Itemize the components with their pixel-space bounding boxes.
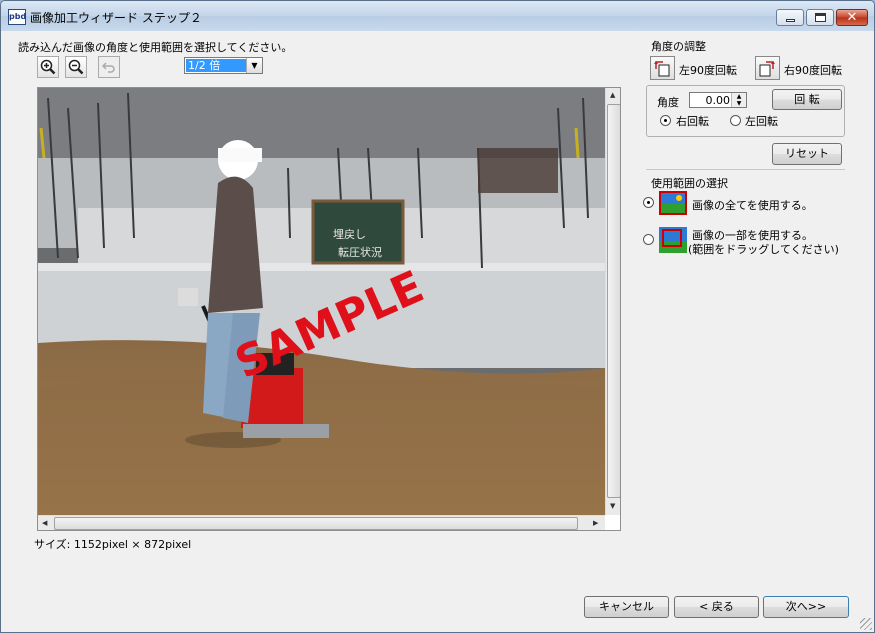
instruction-text: 読み込んだ画像の角度と使用範囲を選択してください。 xyxy=(18,41,293,54)
range-section-title: 使用範囲の選択 xyxy=(651,177,728,190)
zoom-select[interactable]: 1/2 倍 ▼ xyxy=(184,57,263,74)
next-button[interactable]: 次へ>> xyxy=(763,596,849,618)
angle-value: 0.00 xyxy=(705,94,731,107)
back-button[interactable]: < 戻る xyxy=(674,596,759,618)
partial-image-icon xyxy=(659,227,687,253)
rotate-right-90-button[interactable] xyxy=(755,56,780,80)
image-viewer[interactable]: 埋戻し 転圧状況 SAMPLE ▲ ▼ ◀ ▶ xyxy=(37,87,621,531)
rotate-button[interactable]: 回 転 xyxy=(772,89,842,110)
horizontal-scrollbar[interactable]: ◀ ▶ xyxy=(38,515,605,530)
right-rotation-label[interactable]: 右回転 xyxy=(676,113,709,129)
left-rotation-radio[interactable] xyxy=(730,115,741,126)
rotate-left-icon xyxy=(654,61,670,77)
vertical-scrollbar[interactable]: ▲ ▼ xyxy=(605,88,620,515)
reset-button[interactable]: リセット xyxy=(772,143,842,165)
full-image-icon xyxy=(659,191,687,215)
use-part-label-2: (範囲をドラッグしてください) xyxy=(688,243,839,256)
resize-grip[interactable] xyxy=(860,618,872,630)
zoom-out-button[interactable] xyxy=(65,56,87,78)
undo-icon xyxy=(101,62,115,73)
angle-input[interactable]: 0.00 ▲ ▼ xyxy=(689,92,747,108)
minimize-button[interactable] xyxy=(776,9,804,26)
angle-spinner[interactable]: ▲ ▼ xyxy=(731,93,746,107)
vertical-scroll-thumb[interactable] xyxy=(607,104,620,498)
zoom-out-icon xyxy=(68,59,84,75)
minimize-icon xyxy=(786,19,795,22)
zoom-in-button[interactable] xyxy=(37,56,59,78)
right-rotation-radio[interactable] xyxy=(660,115,671,126)
preview-image: 埋戻し 転圧状況 SAMPLE xyxy=(38,88,605,515)
rotate-left-90-button[interactable] xyxy=(650,56,675,80)
close-icon: ✕ xyxy=(846,10,858,25)
image-size-info: サイズ: 1152pixel × 872pixel xyxy=(34,538,192,551)
section-divider xyxy=(646,169,845,170)
scroll-up-icon[interactable]: ▲ xyxy=(610,91,615,99)
use-all-label[interactable]: 画像の全てを使用する。 xyxy=(692,197,813,213)
use-all-radio[interactable] xyxy=(643,197,654,208)
title-bar[interactable]: pbd 画像加工ウィザード ステップ２ ✕ xyxy=(1,1,874,31)
rotate-right-icon xyxy=(759,61,775,77)
sign-text-2: 転圧状況 xyxy=(338,245,382,259)
angle-section-title: 角度の調整 xyxy=(651,40,706,53)
use-part-radio[interactable] xyxy=(643,234,654,245)
cancel-button[interactable]: キャンセル xyxy=(584,596,669,618)
close-button[interactable]: ✕ xyxy=(836,9,868,26)
scroll-right-icon[interactable]: ▶ xyxy=(593,519,598,527)
wizard-window: pbd 画像加工ウィザード ステップ２ ✕ 読み込んだ画像の角度と使用範囲を選択… xyxy=(0,0,875,633)
angle-label: 角度 xyxy=(657,96,679,109)
chevron-down-icon[interactable]: ▼ xyxy=(246,58,262,73)
maximize-button[interactable] xyxy=(806,9,834,26)
zoom-select-value: 1/2 倍 xyxy=(186,59,246,72)
maximize-icon xyxy=(815,13,826,22)
scroll-left-icon[interactable]: ◀ xyxy=(42,519,47,527)
zoom-in-icon xyxy=(40,59,56,75)
left-rotation-label[interactable]: 左回転 xyxy=(745,113,778,129)
rotate-left-90-label[interactable]: 左90度回転 xyxy=(679,62,737,78)
rotate-right-90-label[interactable]: 右90度回転 xyxy=(784,62,842,78)
horizontal-scroll-thumb[interactable] xyxy=(54,517,578,530)
sign-text-1: 埋戻し xyxy=(333,228,366,241)
window-title: 画像加工ウィザード ステップ２ xyxy=(30,11,202,25)
scroll-down-icon[interactable]: ▼ xyxy=(610,502,615,510)
app-icon: pbd xyxy=(8,9,26,25)
undo-button[interactable] xyxy=(98,56,120,78)
